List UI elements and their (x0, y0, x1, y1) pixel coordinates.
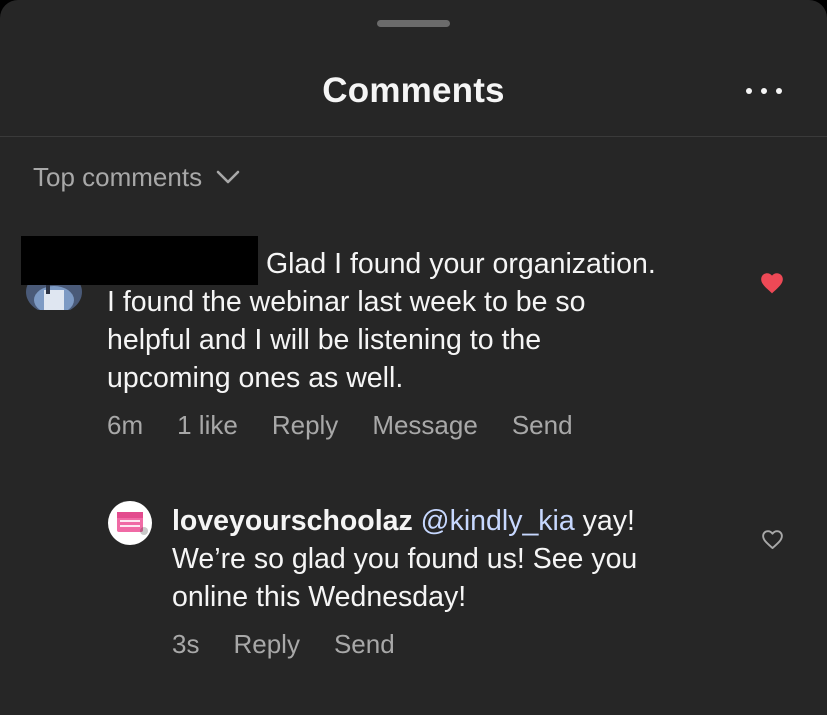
comment-text-line: I found the webinar last week to be so (107, 286, 586, 318)
comment-meta: 6m 1 like Reply Message Send (107, 410, 607, 441)
mention-link[interactable]: @kindly_kia (421, 505, 575, 537)
comments-sheet: Comments Top comments Glad I found your … (0, 0, 827, 715)
drag-handle[interactable] (377, 20, 450, 27)
avatar[interactable] (108, 501, 152, 545)
like-button[interactable] (760, 528, 785, 555)
send-button[interactable]: Send (512, 410, 573, 441)
comment-text-fragment: yay! (574, 505, 635, 537)
likes-count-link[interactable]: 1 like (177, 410, 238, 441)
reply-button[interactable]: Reply (272, 410, 338, 441)
send-button[interactable]: Send (334, 629, 395, 660)
message-button[interactable]: Message (372, 410, 478, 441)
heart-filled-icon (761, 273, 783, 294)
reply-button[interactable]: Reply (233, 629, 299, 660)
like-button[interactable] (759, 271, 785, 299)
more-horizontal-icon (746, 88, 752, 94)
comment-text-line: online this Wednesday! (172, 581, 467, 613)
chevron-down-icon (216, 170, 240, 184)
comment-username[interactable]: loveyourschoolaz (172, 505, 413, 537)
comment-timestamp: 6m (107, 410, 144, 440)
comment-text-line: loveyourschoolaz @kindly_kia yay! (172, 502, 637, 540)
page-title: Comments (322, 71, 505, 110)
brand-logo (117, 512, 148, 535)
comment-text-line: Glad I found your organization. (266, 248, 656, 280)
comments-header: Comments (0, 40, 827, 137)
comment-text-line: upcoming ones as well. (107, 362, 404, 394)
sort-label: Top comments (33, 161, 203, 192)
comment-text: I found the webinar last week to be so h… (107, 283, 585, 397)
heart-outline-icon (762, 530, 783, 549)
reply-comment-text: loveyourschoolaz @kindly_kia yay! We’re … (172, 502, 637, 616)
comment-timestamp: 3s (172, 629, 200, 659)
redacted-username (21, 236, 258, 285)
comment-meta: 3s Reply Send (172, 629, 429, 660)
sort-dropdown[interactable]: Top comments (33, 159, 240, 195)
comment-text-line: helpful and I will be listening to the (107, 324, 542, 356)
more-options-button[interactable] (746, 80, 782, 102)
comment-text-line: We’re so glad you found us! See you (172, 543, 638, 575)
